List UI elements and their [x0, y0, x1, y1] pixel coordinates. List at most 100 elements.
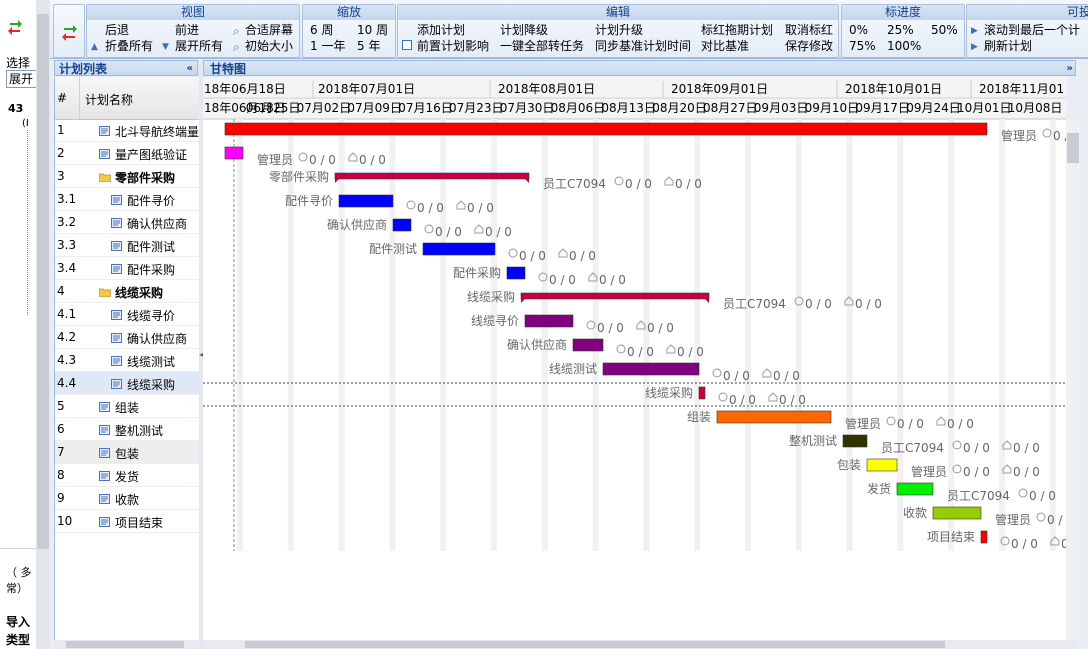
refresh-plan-button[interactable]: 刷新计划	[984, 39, 1032, 54]
task-icon	[111, 355, 122, 366]
bar-label: 线缆寻价	[471, 314, 519, 328]
fit-screen-button[interactable]: 合适屏幕	[245, 23, 293, 38]
tree-child[interactable]: (I	[22, 118, 29, 129]
left-scrollbar[interactable]	[36, 0, 50, 649]
time-counter: 0 / 0	[625, 177, 652, 191]
table-row[interactable]: 3.2 确认供应商	[55, 211, 199, 234]
home-icon	[348, 152, 358, 162]
row-number: 3.3	[57, 238, 77, 252]
zoom-10-weeks[interactable]: 10 周	[357, 23, 388, 38]
sync-baseline-button[interactable]: 同步基准计划时间	[595, 39, 691, 54]
table-row[interactable]: 3.3 配件测试	[55, 234, 199, 257]
zoom-1-year[interactable]: 1 一年	[310, 39, 345, 54]
col-name-header[interactable]: 计划名称	[85, 91, 133, 108]
home-icon	[456, 200, 466, 210]
bottom-line-3: 导入	[6, 615, 31, 629]
clock-icon	[718, 392, 728, 402]
upgrade-plan-button[interactable]: 计划升级	[595, 23, 643, 38]
progress-50[interactable]: 50%	[931, 23, 958, 38]
gantt-vertical-scrollbar[interactable]	[1066, 119, 1080, 639]
table-row[interactable]: 4.3 线缆测试	[55, 349, 199, 372]
expand-select[interactable]: 展开	[6, 70, 36, 88]
zoom-5-years[interactable]: 5 年	[357, 39, 380, 54]
save-changes-button[interactable]: 保存修改	[785, 39, 833, 54]
table-row[interactable]: 4.2 确认供应商	[55, 326, 199, 349]
checkbox-icon[interactable]	[402, 40, 412, 50]
progress-75[interactable]: 75%	[849, 39, 876, 54]
table-row[interactable]: 8 发货	[55, 464, 199, 487]
gantt-hscroll-thumb[interactable]	[245, 641, 945, 648]
vscroll-thumb[interactable]	[1067, 133, 1079, 163]
task-counter: 0 / 0	[773, 369, 800, 383]
grid-hscroll-thumb[interactable]	[66, 641, 184, 648]
task-counter: 0 / 0	[779, 393, 806, 407]
home-icon	[936, 416, 946, 426]
gantt-bar	[716, 410, 832, 424]
time-counter: 0 / 0	[417, 201, 444, 215]
progress-100[interactable]: 100%	[887, 39, 921, 54]
folder-icon	[98, 171, 112, 183]
table-row[interactable]: 3 零部件采购	[55, 165, 199, 188]
task-counter: 0 / 0	[1013, 465, 1040, 479]
gantt-horizontal-scrollbar[interactable]	[203, 640, 1076, 649]
table-row[interactable]: 3.4 配件采购	[55, 257, 199, 280]
collapse-panel-icon[interactable]: «	[187, 61, 193, 77]
expand-all-button[interactable]: 展开所有	[175, 39, 223, 54]
table-row[interactable]: 6 整机测试	[55, 418, 199, 441]
table-row[interactable]: 2 量产图纸验证	[55, 142, 199, 165]
table-row[interactable]: 3.1 配件寻价	[55, 188, 199, 211]
transfer-all-button[interactable]: 一键全部转任务	[500, 39, 584, 54]
week-label: 10月08日	[1008, 101, 1063, 115]
row-number: 3.4	[57, 261, 77, 275]
task-counter: 0 / 0	[359, 153, 386, 167]
grid-horizontal-scrollbar[interactable]	[54, 640, 198, 649]
tree-root[interactable]: 43	[8, 102, 23, 115]
back-button[interactable]: 后退	[105, 23, 129, 38]
week-label: 09月24日	[906, 101, 961, 115]
table-row[interactable]: 4.1 线缆寻价	[55, 303, 199, 326]
task-icon	[111, 263, 122, 274]
bar-owner: 管理员	[911, 464, 947, 479]
time-counter: 0 / 0	[963, 465, 990, 479]
zoom-fit-icon: ⌕	[233, 24, 240, 38]
weekend-stripe	[440, 119, 447, 551]
add-plan-button[interactable]: 添加计划	[417, 23, 465, 38]
mark-late-button[interactable]: 标红拖期计划	[701, 23, 773, 38]
compare-baseline-button[interactable]: 对比基准	[701, 39, 749, 54]
collapse-all-button[interactable]: 折叠所有	[105, 39, 153, 54]
gantt-bar	[338, 194, 394, 208]
col-num-header[interactable]: #	[57, 91, 67, 105]
table-row[interactable]: 9 收款	[55, 487, 199, 510]
expand-panel-icon[interactable]: »	[1067, 61, 1073, 77]
table-row[interactable]: 4.4 线缆采购	[55, 372, 199, 395]
switch-arrows-icon[interactable]	[62, 23, 78, 43]
home-icon	[768, 392, 778, 402]
table-row[interactable]: 7 包装	[55, 441, 199, 464]
gantt-bar	[524, 314, 574, 328]
task-icon	[111, 217, 122, 228]
table-row[interactable]: 5 组装	[55, 395, 199, 418]
table-row[interactable]: 10 项目结束	[55, 510, 199, 533]
downgrade-plan-button[interactable]: 计划降级	[500, 23, 548, 38]
time-counter: 0 / 0	[1029, 489, 1056, 503]
plan-name: 配件测试	[127, 240, 176, 254]
bar-owner: 管理员	[995, 512, 1031, 527]
initial-size-button[interactable]: 初始大小	[245, 39, 293, 54]
home-icon	[762, 368, 772, 378]
zoom-6-weeks[interactable]: 6 周	[310, 23, 333, 38]
play-icon: ▶	[971, 26, 978, 36]
task-counter: 0 / 0	[647, 321, 674, 335]
time-counter: 0 / 0	[627, 345, 654, 359]
table-row[interactable]: 4 线缆采购	[55, 280, 199, 303]
table-row[interactable]: 1 北斗导航终端量	[55, 119, 199, 142]
task-icon	[99, 148, 110, 159]
unmark-button[interactable]: 取消标红	[785, 23, 833, 38]
left-scroll-thumb[interactable]	[37, 14, 49, 549]
progress-25[interactable]: 25%	[887, 23, 914, 38]
forward-button[interactable]: 前进	[175, 23, 199, 38]
scroll-last-button[interactable]: 滚动到最后一个计	[984, 23, 1080, 38]
switch-arrows-icon[interactable]	[8, 18, 22, 36]
task-icon	[99, 470, 110, 481]
pre-impact-button[interactable]: 前置计划影响	[417, 39, 489, 54]
progress-0[interactable]: 0%	[849, 23, 868, 38]
